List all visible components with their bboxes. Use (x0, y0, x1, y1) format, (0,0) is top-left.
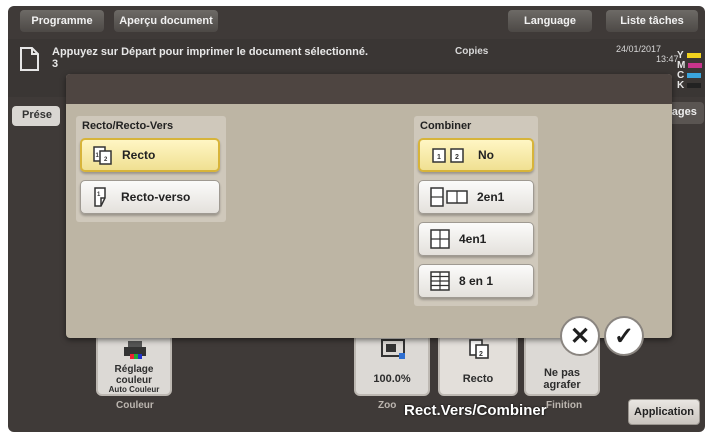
apercu-document-label: Aperçu document (119, 15, 213, 27)
printer-color-icon (124, 341, 146, 359)
programme-button[interactable]: Programme (20, 10, 104, 32)
toner-y-bar (686, 53, 701, 58)
eight-in-one-icon (430, 271, 450, 291)
document-icon (20, 47, 39, 71)
option-2in1[interactable]: 2en1 (418, 180, 534, 214)
option-recto-verso-label: Recto-verso (121, 190, 191, 204)
svg-text:2: 2 (455, 154, 459, 161)
copies-label: Copies (455, 46, 489, 57)
toner-m-bar (688, 63, 703, 68)
function-caption: Rect.Vers/Combiner (404, 402, 547, 419)
option-8in1[interactable]: 8 en 1 (418, 264, 534, 298)
toner-k-bar (687, 83, 702, 88)
check-icon: ✓ (613, 322, 635, 350)
status-message-line2: 3 (52, 58, 59, 70)
language-label: Language (524, 15, 576, 27)
application-label: Application (634, 406, 694, 418)
single-sided-icon: 1 2 (93, 146, 112, 165)
programme-label: Programme (31, 15, 93, 27)
ok-button[interactable]: ✓ (604, 316, 644, 356)
option-4in1-label: 4en1 (459, 232, 487, 246)
color-setting-tile[interactable]: Réglage couleur Auto Couleur (96, 330, 172, 396)
option-4in1[interactable]: 4en1 (418, 222, 534, 256)
color-setting-sub: Auto Couleur (108, 385, 160, 394)
color-setting-label: Réglage couleur (114, 364, 154, 386)
option-no-combine[interactable]: 1 2 No (418, 138, 534, 172)
popup-header (66, 74, 672, 104)
date-label: 24/01/2017 (616, 44, 662, 54)
toner-c-bar (687, 73, 702, 78)
staple-line2: agrafer (543, 379, 581, 391)
zoom-tile[interactable]: 100.0% (354, 330, 430, 396)
language-button[interactable]: Language (508, 10, 592, 32)
option-no-combine-label: No (478, 148, 494, 162)
zoom-icon (381, 339, 405, 359)
device-screen: Programme Aperçu document Language Liste… (8, 6, 705, 432)
recto-duplex-icon: 2 (469, 339, 489, 359)
option-recto-label: Recto (122, 148, 156, 162)
no-combine-icon: 1 2 (432, 148, 464, 163)
cancel-button[interactable]: ✕ (560, 316, 600, 356)
option-2in1-label: 2en1 (477, 190, 505, 204)
toner-k-letter: K (677, 80, 685, 91)
tab-presets-label: Prése (22, 109, 52, 121)
tab-presets[interactable]: Prése (12, 106, 60, 126)
liste-taches-label: Liste tâches (620, 15, 684, 27)
option-recto-verso[interactable]: 1 Recto-verso (80, 180, 220, 214)
application-button[interactable]: Application (628, 399, 700, 425)
option-recto[interactable]: 1 2 Recto (80, 138, 220, 172)
duplex-combine-popup: Recto/Recto-Vers 1 2 Recto 1 Recto-verso… (66, 74, 672, 338)
status-message: Appuyez sur Départ pour imprimer le docu… (52, 46, 369, 58)
zoom-value: 100.0% (373, 373, 411, 385)
liste-taches-button[interactable]: Liste tâches (606, 10, 698, 32)
close-icon: ✕ (569, 322, 591, 350)
four-in-one-icon (430, 229, 450, 249)
combine-title: Combiner (420, 120, 472, 132)
option-8in1-label: 8 en 1 (459, 274, 494, 288)
zoom-caption: Zoo (378, 400, 397, 411)
svg-text:2: 2 (479, 351, 483, 358)
time-label: 13:47 (656, 54, 679, 64)
two-in-one-icon (430, 187, 468, 207)
recto-value: Recto (462, 373, 494, 385)
double-sided-icon: 1 (94, 187, 106, 207)
recto-verso-title: Recto/Recto-Vers (82, 120, 174, 132)
apercu-document-button[interactable]: Aperçu document (114, 10, 218, 32)
svg-text:1: 1 (437, 154, 441, 161)
toner-k: K (677, 80, 702, 91)
staple-line1: Ne pas (543, 367, 581, 379)
color-caption: Couleur (116, 400, 154, 411)
finishing-caption: Finition (546, 400, 583, 411)
